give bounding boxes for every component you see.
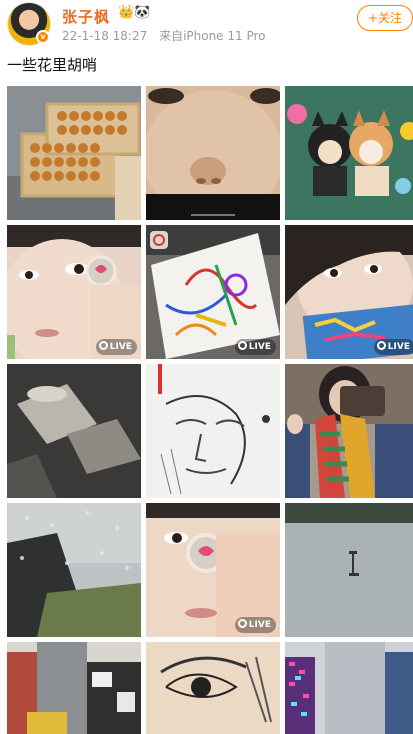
- live-photo-badge: LIVE: [234, 617, 276, 633]
- live-label: LIVE: [248, 620, 271, 630]
- photo-light-wall[interactable]: [285, 642, 413, 734]
- live-photo-badge: LIVE: [234, 339, 276, 355]
- username[interactable]: 张子枫: [62, 6, 110, 27]
- post-header: v 张子枫 👑🐼 22-1-18 18:27 来自iPhone 11 Pro +…: [0, 0, 413, 50]
- live-icon: [376, 341, 386, 350]
- name-badge-icons: 👑🐼: [118, 5, 151, 20]
- photo-mirror-selfie-image: [285, 364, 413, 498]
- photo-face-closeup[interactable]: [146, 86, 280, 220]
- photo-river-view-image: [285, 503, 413, 637]
- live-photo-badge: LIVE: [95, 339, 137, 355]
- post-date: 22-1-18 18:27: [62, 29, 148, 43]
- live-photo-badge: LIVE: [373, 339, 413, 355]
- photo-sketch-face-image: [146, 364, 280, 498]
- photo-cakes-tray[interactable]: [7, 86, 141, 220]
- photo-girl-eye-sticker[interactable]: LIVE: [7, 225, 141, 359]
- live-label: LIVE: [248, 342, 271, 352]
- photo-street-scene[interactable]: [7, 642, 141, 734]
- photo-rainy-window[interactable]: [7, 503, 141, 637]
- photo-sketch-eye-image: [146, 642, 280, 734]
- photo-face-closeup-image: [146, 86, 280, 220]
- photo-shiba-dogs[interactable]: [285, 86, 413, 220]
- photo-shiba-dogs-image: [285, 86, 413, 220]
- photo-cakes-tray-image: [7, 86, 141, 220]
- live-icon: [237, 619, 247, 628]
- live-label: LIVE: [387, 342, 410, 352]
- post-source: 来自iPhone 11 Pro: [159, 29, 266, 43]
- live-label: LIVE: [109, 342, 132, 352]
- photo-light-shadow-image: [7, 364, 141, 498]
- photo-doodle-notebook[interactable]: LIVE: [146, 225, 280, 359]
- post-meta: 22-1-18 18:27 来自iPhone 11 Pro: [62, 27, 274, 44]
- photo-street-scene-image: [7, 642, 141, 734]
- post-text: 一些花里胡哨: [7, 56, 98, 74]
- live-icon: [98, 341, 108, 350]
- follow-button[interactable]: +关注: [357, 5, 413, 31]
- photo-girl-card[interactable]: LIVE: [285, 225, 413, 359]
- photo-light-wall-image: [285, 642, 413, 734]
- photo-sketch-eye[interactable]: [146, 642, 280, 734]
- photo-sketch-face[interactable]: [146, 364, 280, 498]
- photo-girl-eye-sticker-2[interactable]: LIVE: [146, 503, 280, 637]
- verified-badge-icon: v: [36, 30, 50, 44]
- live-icon: [237, 341, 247, 350]
- photo-light-shadow[interactable]: [7, 364, 141, 498]
- photo-river-view[interactable]: [285, 503, 413, 637]
- photo-rainy-window-image: [7, 503, 141, 637]
- photo-mirror-selfie[interactable]: [285, 364, 413, 498]
